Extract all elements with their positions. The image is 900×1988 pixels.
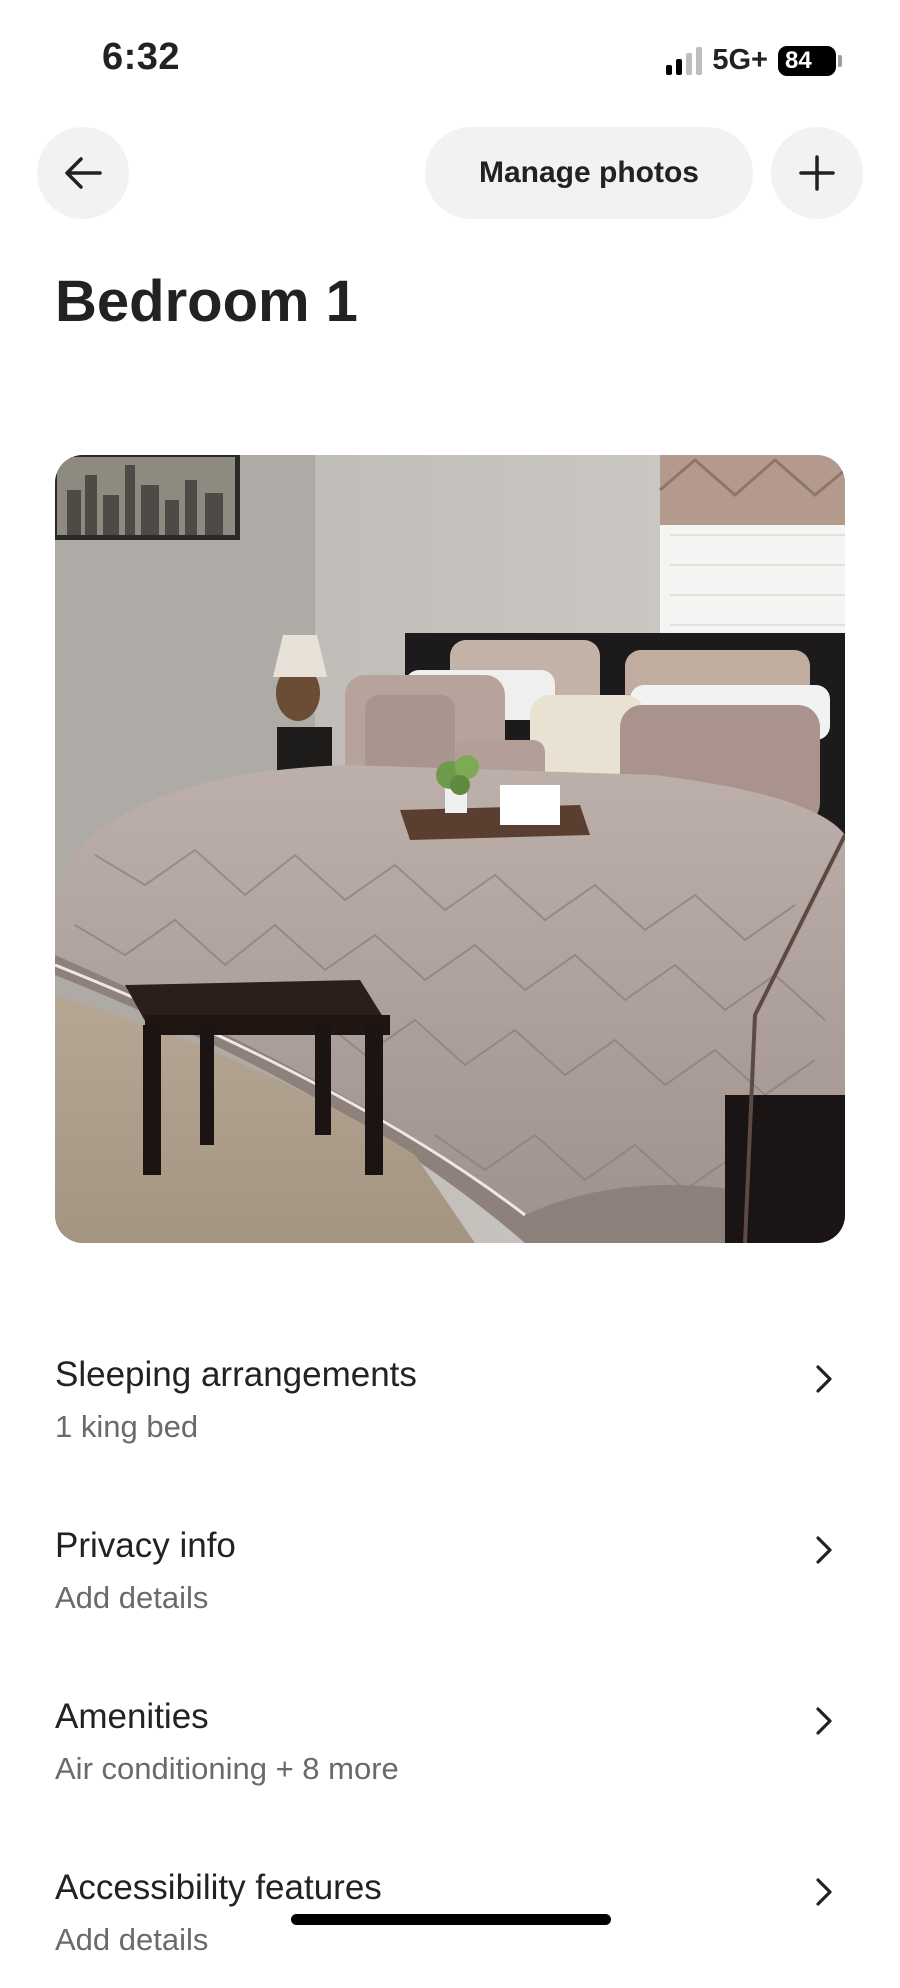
chevron-right-icon bbox=[816, 1536, 832, 1564]
arrow-left-icon bbox=[65, 157, 102, 189]
add-photo-button[interactable] bbox=[771, 127, 863, 219]
back-button[interactable] bbox=[37, 127, 129, 219]
row-subtitle: Add details bbox=[55, 1922, 209, 1957]
manage-photos-button[interactable]: Manage photos bbox=[425, 127, 753, 219]
chevron-right-icon bbox=[816, 1707, 832, 1735]
chevron-right-icon bbox=[816, 1878, 832, 1906]
row-title: Accessibility features bbox=[55, 1868, 382, 1907]
battery-level: 84 bbox=[778, 45, 836, 76]
settings-row-privacy-info[interactable]: Privacy info Add details bbox=[55, 1526, 845, 1646]
room-photo[interactable] bbox=[55, 455, 845, 1243]
settings-row-accessibility-features[interactable]: Accessibility features Add details bbox=[55, 1868, 845, 1988]
settings-row-amenities[interactable]: Amenities Air conditioning + 8 more bbox=[55, 1697, 845, 1817]
status-indicators: 5G+ 84 bbox=[666, 44, 842, 77]
row-subtitle: Add details bbox=[55, 1580, 209, 1615]
bedroom-photo-image bbox=[55, 455, 845, 1243]
chevron-right-icon bbox=[816, 1365, 832, 1393]
settings-row-sleeping-arrangements[interactable]: Sleeping arrangements 1 king bed bbox=[55, 1355, 845, 1475]
battery-icon: 84 bbox=[778, 45, 842, 76]
row-subtitle: 1 king bed bbox=[55, 1409, 199, 1444]
network-type: 5G+ bbox=[712, 44, 768, 76]
plus-icon bbox=[799, 155, 835, 191]
row-subtitle: Air conditioning + 8 more bbox=[55, 1751, 399, 1786]
row-title: Privacy info bbox=[55, 1526, 236, 1565]
cellular-signal-icon bbox=[666, 46, 703, 75]
row-title: Amenities bbox=[55, 1697, 209, 1736]
row-title: Sleeping arrangements bbox=[55, 1355, 417, 1394]
status-bar: 6:32 5G+ 84 bbox=[0, 0, 900, 110]
page-title: Bedroom 1 bbox=[55, 269, 358, 334]
home-indicator[interactable] bbox=[291, 1914, 611, 1925]
status-time: 6:32 bbox=[102, 36, 181, 78]
